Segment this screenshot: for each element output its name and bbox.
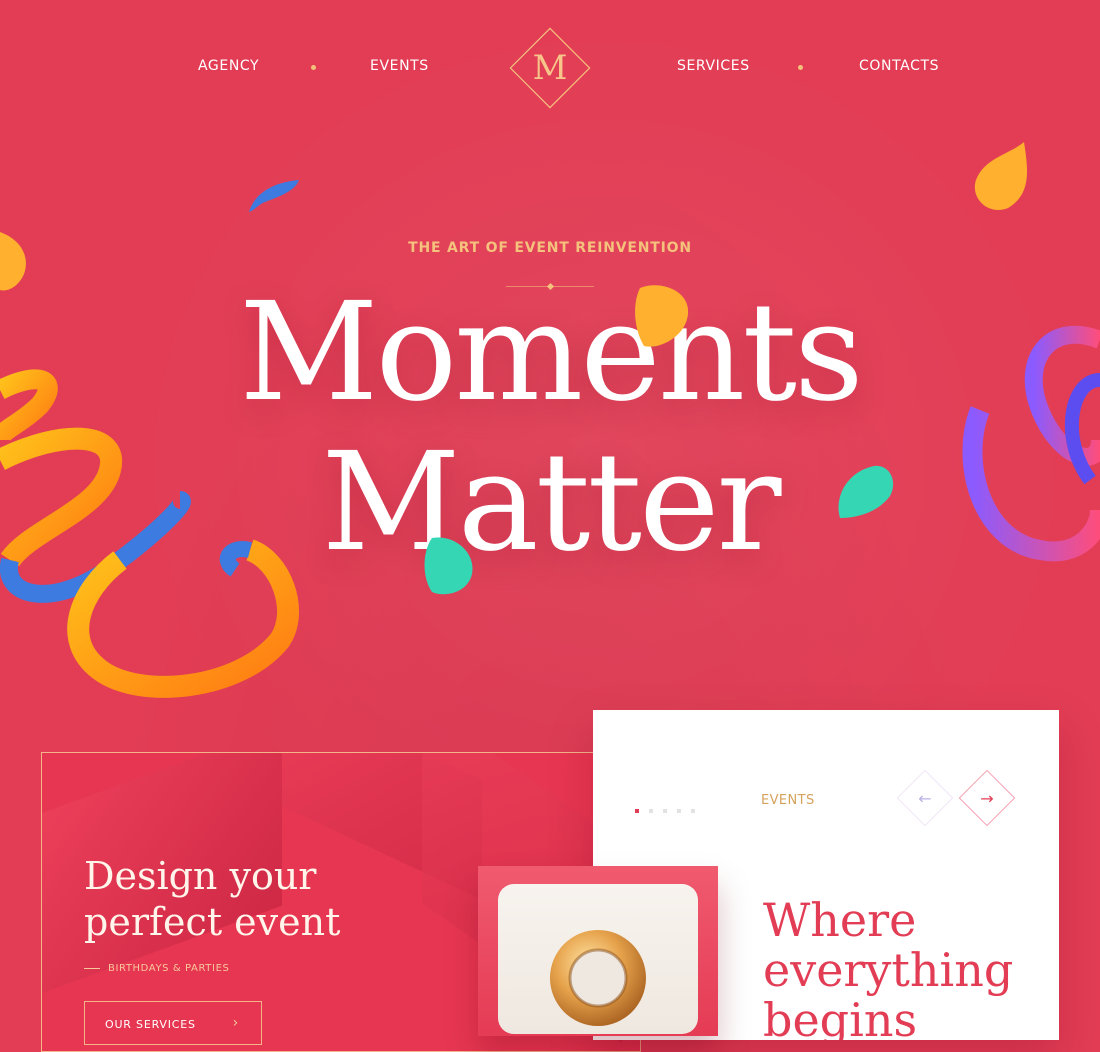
hero-title-line-1: Moments — [239, 274, 864, 432]
confetti-orange-drop — [974, 142, 1028, 210]
pager-dot[interactable] — [691, 809, 695, 813]
events-card-title: Where everything begins — [763, 893, 1014, 1040]
brand-logo[interactable]: M — [508, 26, 592, 110]
pager-dot[interactable] — [649, 809, 653, 813]
pager-dot[interactable] — [677, 809, 681, 813]
hero-title-line-2: Matter — [321, 424, 781, 582]
arrow-left-icon: ← — [918, 788, 932, 808]
nav-link-events[interactable]: EVENTS — [370, 58, 429, 74]
card-left-title: Design your perfect event — [84, 854, 341, 944]
arrow-right-icon: → — [980, 788, 994, 808]
nav-link-agency[interactable]: AGENCY — [198, 58, 259, 74]
pager-dot[interactable] — [663, 809, 667, 813]
confetti-teal-petal — [424, 537, 473, 595]
nav-link-services[interactable]: SERVICES — [677, 58, 750, 74]
nav-separator-dot — [311, 65, 316, 70]
events-pager — [635, 798, 705, 817]
prev-slide-button[interactable]: ← — [896, 769, 954, 827]
events-label: EVENTS — [761, 793, 815, 808]
confetti-blue-squiggle — [249, 180, 299, 212]
pager-dot[interactable] — [635, 809, 639, 813]
top-navigation: AGENCY EVENTS M SERVICES CONTACTS — [0, 0, 1100, 140]
gold-ring-icon — [550, 930, 646, 1026]
nav-link-contacts[interactable]: CONTACTS — [859, 58, 939, 74]
our-services-label: OUR SERVICES — [105, 1018, 196, 1031]
confetti-teal-petal — [838, 465, 894, 518]
card-left-subtitle: BIRTHDAYS & PARTIES — [108, 963, 230, 974]
our-services-button[interactable]: OUR SERVICES › — [84, 1001, 262, 1045]
nav-separator-dot — [798, 65, 803, 70]
arrow-right-icon: › — [232, 1015, 239, 1031]
card-left-rule — [84, 968, 100, 969]
logo-letter: M — [532, 48, 568, 88]
next-slide-button[interactable]: → — [958, 769, 1016, 827]
ring-box-image — [478, 866, 718, 1036]
hero-kicker: THE ART OF EVENT REINVENTION — [408, 240, 692, 256]
confetti-orange-petal — [635, 285, 689, 347]
